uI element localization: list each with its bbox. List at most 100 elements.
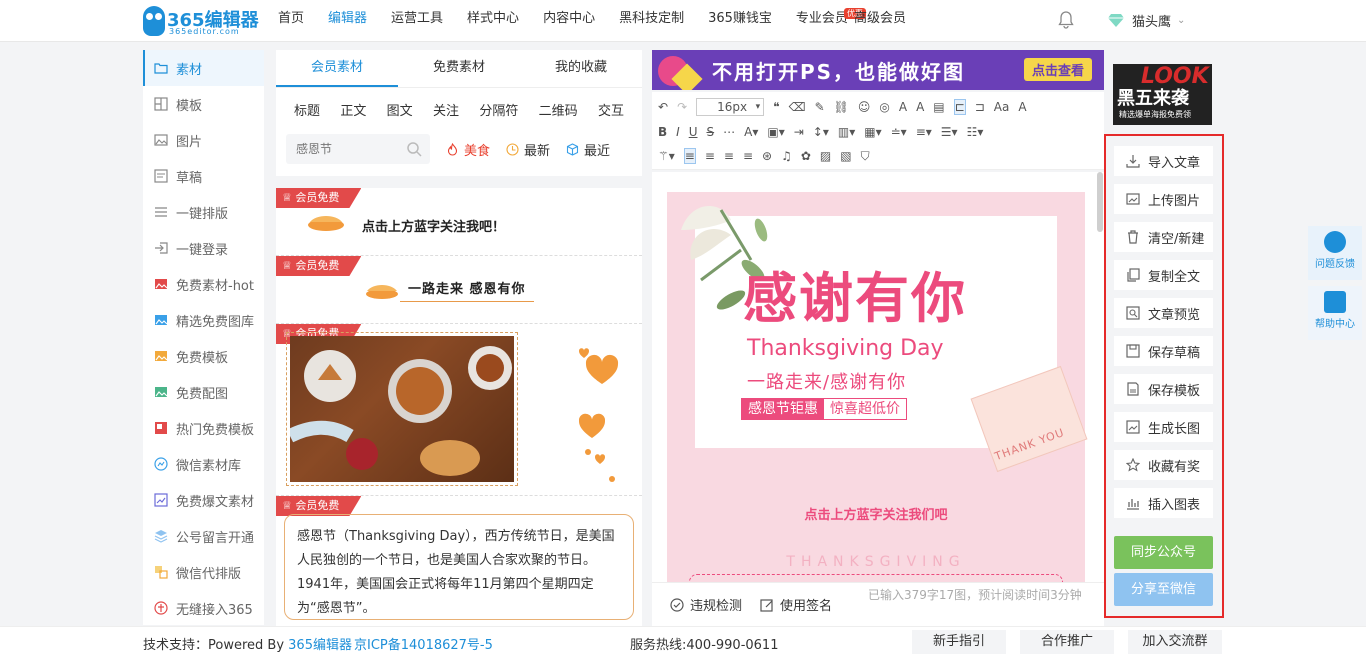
paste-icon[interactable]: ▤ — [933, 100, 944, 114]
undo-icon[interactable]: ↶ — [658, 100, 668, 114]
indent-right-icon[interactable]: ⊐ — [975, 100, 985, 114]
category-image-text[interactable]: 图文 — [387, 100, 413, 119]
nav-content-center[interactable]: 内容中心 — [543, 0, 595, 40]
beginner-guide-button[interactable]: 新手指引 — [912, 630, 1006, 654]
share-to-wechat-button[interactable]: 分享至微信 — [1114, 573, 1213, 606]
search-icon[interactable] — [406, 141, 422, 157]
clear-new-button[interactable]: 清空/新建 — [1114, 222, 1213, 252]
nav-editor[interactable]: 编辑器 — [328, 0, 367, 40]
align-left-icon[interactable]: ≡ — [683, 148, 696, 164]
text-icon[interactable]: A — [1018, 100, 1026, 114]
format-brush-icon[interactable]: ✎ — [815, 100, 825, 114]
category-title[interactable]: 标题 — [294, 100, 320, 119]
tab-my-favorites[interactable]: 我的收藏 — [520, 50, 642, 87]
help-center-button[interactable]: 帮助中心 — [1308, 286, 1362, 340]
save-draft-button[interactable]: 保存草稿 — [1114, 336, 1213, 366]
sidebar-item-draft[interactable]: 草稿 — [143, 158, 264, 194]
join-group-button[interactable]: 加入交流群 — [1128, 630, 1222, 654]
align-right-icon[interactable]: ≡ — [724, 149, 734, 163]
sidebar-item-free-material-hot[interactable]: 免费素材-hot — [143, 266, 264, 302]
nav-style-center[interactable]: 样式中心 — [467, 0, 519, 40]
sidebar-item-wechat-library[interactable]: 微信素材库 — [143, 446, 264, 482]
user-menu[interactable]: 猫头鹰 ⌄ — [1108, 11, 1185, 30]
nav-home[interactable]: 首页 — [278, 0, 304, 40]
icp-link[interactable]: 京ICP备14018627号-5 — [354, 638, 493, 653]
sync-official-account-button[interactable]: 同步公众号 — [1114, 536, 1213, 569]
logo[interactable]: 365编辑器 365editor.com — [143, 4, 263, 38]
eraser-icon[interactable]: ⌫ — [789, 100, 806, 114]
music-icon[interactable]: ♫ — [781, 149, 792, 163]
sidebar-item-free-picture[interactable]: 免费配图 — [143, 374, 264, 410]
strikethrough-icon[interactable]: S — [707, 125, 715, 139]
nav-earn[interactable]: 365赚钱宝 — [708, 0, 772, 40]
black-friday-ad[interactable]: LOOK 黑五来袭 精选爆单海报免费领 — [1113, 64, 1212, 125]
filter-recent[interactable]: 最近 — [566, 140, 610, 159]
copy-all-button[interactable]: 复制全文 — [1114, 260, 1213, 290]
category-interactive[interactable]: 交互 — [598, 100, 624, 119]
tab-member-material[interactable]: 会员素材 — [276, 50, 398, 87]
target-icon[interactable]: ◎ — [879, 100, 889, 114]
canvas-scrollbar[interactable] — [1097, 172, 1103, 232]
icp-record[interactable]: 京ICP备14018627号-5 — [354, 634, 493, 653]
gallery-insert-icon[interactable]: ▧ — [840, 149, 851, 163]
banner-cta[interactable]: 点击查看 — [1023, 58, 1092, 81]
redo-icon[interactable]: ↷ — [677, 100, 687, 114]
indent-left-icon[interactable]: ⊏ — [953, 99, 966, 115]
material-card[interactable]: ♕ 会员免费 感恩节（Thanksgiving Day），西方传统节日，是美国人… — [276, 496, 642, 628]
quote-icon[interactable]: ❝ — [773, 100, 779, 114]
video-icon[interactable]: ⊛ — [762, 149, 772, 163]
sidebar-item-one-click-login[interactable]: 一键登录 — [143, 230, 264, 266]
feedback-button[interactable]: 问题反馈 — [1308, 226, 1362, 280]
material-card[interactable]: ♕ 会员免费 — [276, 324, 642, 496]
number-list-icon[interactable]: ☷▾ — [967, 125, 984, 139]
filter-food[interactable]: 美食 — [446, 140, 490, 159]
long-image-button[interactable]: 生成长图 — [1114, 412, 1213, 442]
border-icon[interactable]: ▣▾ — [767, 125, 784, 139]
sidebar-item-comment-open[interactable]: 公号留言开通 — [143, 518, 264, 554]
partnership-button[interactable]: 合作推广 — [1020, 630, 1114, 654]
category-follow[interactable]: 关注 — [433, 100, 459, 119]
bullet-list-icon[interactable]: ☰▾ — [941, 125, 958, 139]
italic-icon[interactable]: I — [676, 125, 680, 139]
preview-button[interactable]: 文章预览 — [1114, 298, 1213, 328]
category-divider[interactable]: 分隔符 — [479, 100, 518, 119]
upload-image-button[interactable]: 上传图片 — [1114, 184, 1213, 214]
sidebar-item-hot-free-template[interactable]: 热门免费模板 — [143, 410, 264, 446]
import-article-button[interactable]: 导入文章 — [1114, 146, 1213, 176]
align-center-icon[interactable]: ≡ — [705, 149, 715, 163]
indent-icon[interactable]: ⇥ — [794, 125, 804, 139]
sidebar-item-free-gallery[interactable]: 精选免费图库 — [143, 302, 264, 338]
sidebar-item-wechat-typeset[interactable]: 微信代排版 — [143, 554, 264, 590]
sidebar-item-connect-365[interactable]: 无缝接入365 — [143, 590, 264, 626]
nav-pro-member[interactable]: 专业会员 优惠 — [796, 0, 866, 40]
font-shrink-icon[interactable]: A — [916, 100, 924, 114]
insert-image-icon[interactable]: ▨ — [820, 149, 831, 163]
font-color-icon[interactable]: A▾ — [744, 125, 758, 139]
sidebar-item-image[interactable]: 图片 — [143, 122, 264, 158]
shield-icon[interactable]: ⛉ — [861, 149, 870, 164]
link-icon[interactable]: ⛓ — [834, 100, 849, 114]
spacing-icon[interactable]: ≐▾ — [891, 125, 907, 139]
material-card[interactable]: ♕ 会员免费 点击上方蓝字关注我吧！ — [276, 188, 642, 256]
sticker-icon[interactable]: ✿ — [801, 149, 811, 163]
editor-link[interactable]: 365编辑器 — [288, 638, 352, 653]
font-size-select[interactable]: 16px — [696, 98, 765, 116]
column-icon[interactable]: ▥▾ — [838, 125, 855, 139]
nav-senior-member[interactable]: 高级会员 — [854, 0, 906, 40]
category-body[interactable]: 正文 — [340, 100, 366, 119]
save-template-button[interactable]: 保存模板 — [1114, 374, 1213, 404]
insert-chart-button[interactable]: 插入图表 — [1114, 488, 1213, 518]
sidebar-item-one-click-typeset[interactable]: 一键排版 — [143, 194, 264, 230]
search-input[interactable] — [286, 134, 396, 164]
category-qrcode[interactable]: 二维码 — [539, 100, 578, 119]
sidebar-item-free-viral[interactable]: 免费爆文素材 — [143, 482, 264, 518]
table-icon[interactable]: ▦▾ — [864, 125, 881, 139]
ps-banner[interactable]: 不用打开PS，也能做好图 点击查看 — [652, 50, 1104, 90]
sidebar-item-material[interactable]: 素材 — [143, 50, 264, 86]
bell-icon[interactable] — [1058, 11, 1074, 29]
case-icon[interactable]: Aa — [994, 100, 1010, 114]
violation-check-button[interactable]: 违规检测 — [670, 595, 742, 614]
bold-icon[interactable]: B — [658, 125, 667, 139]
emoji-icon[interactable]: ☺ — [858, 100, 871, 114]
filter-latest[interactable]: 最新 — [506, 140, 550, 159]
